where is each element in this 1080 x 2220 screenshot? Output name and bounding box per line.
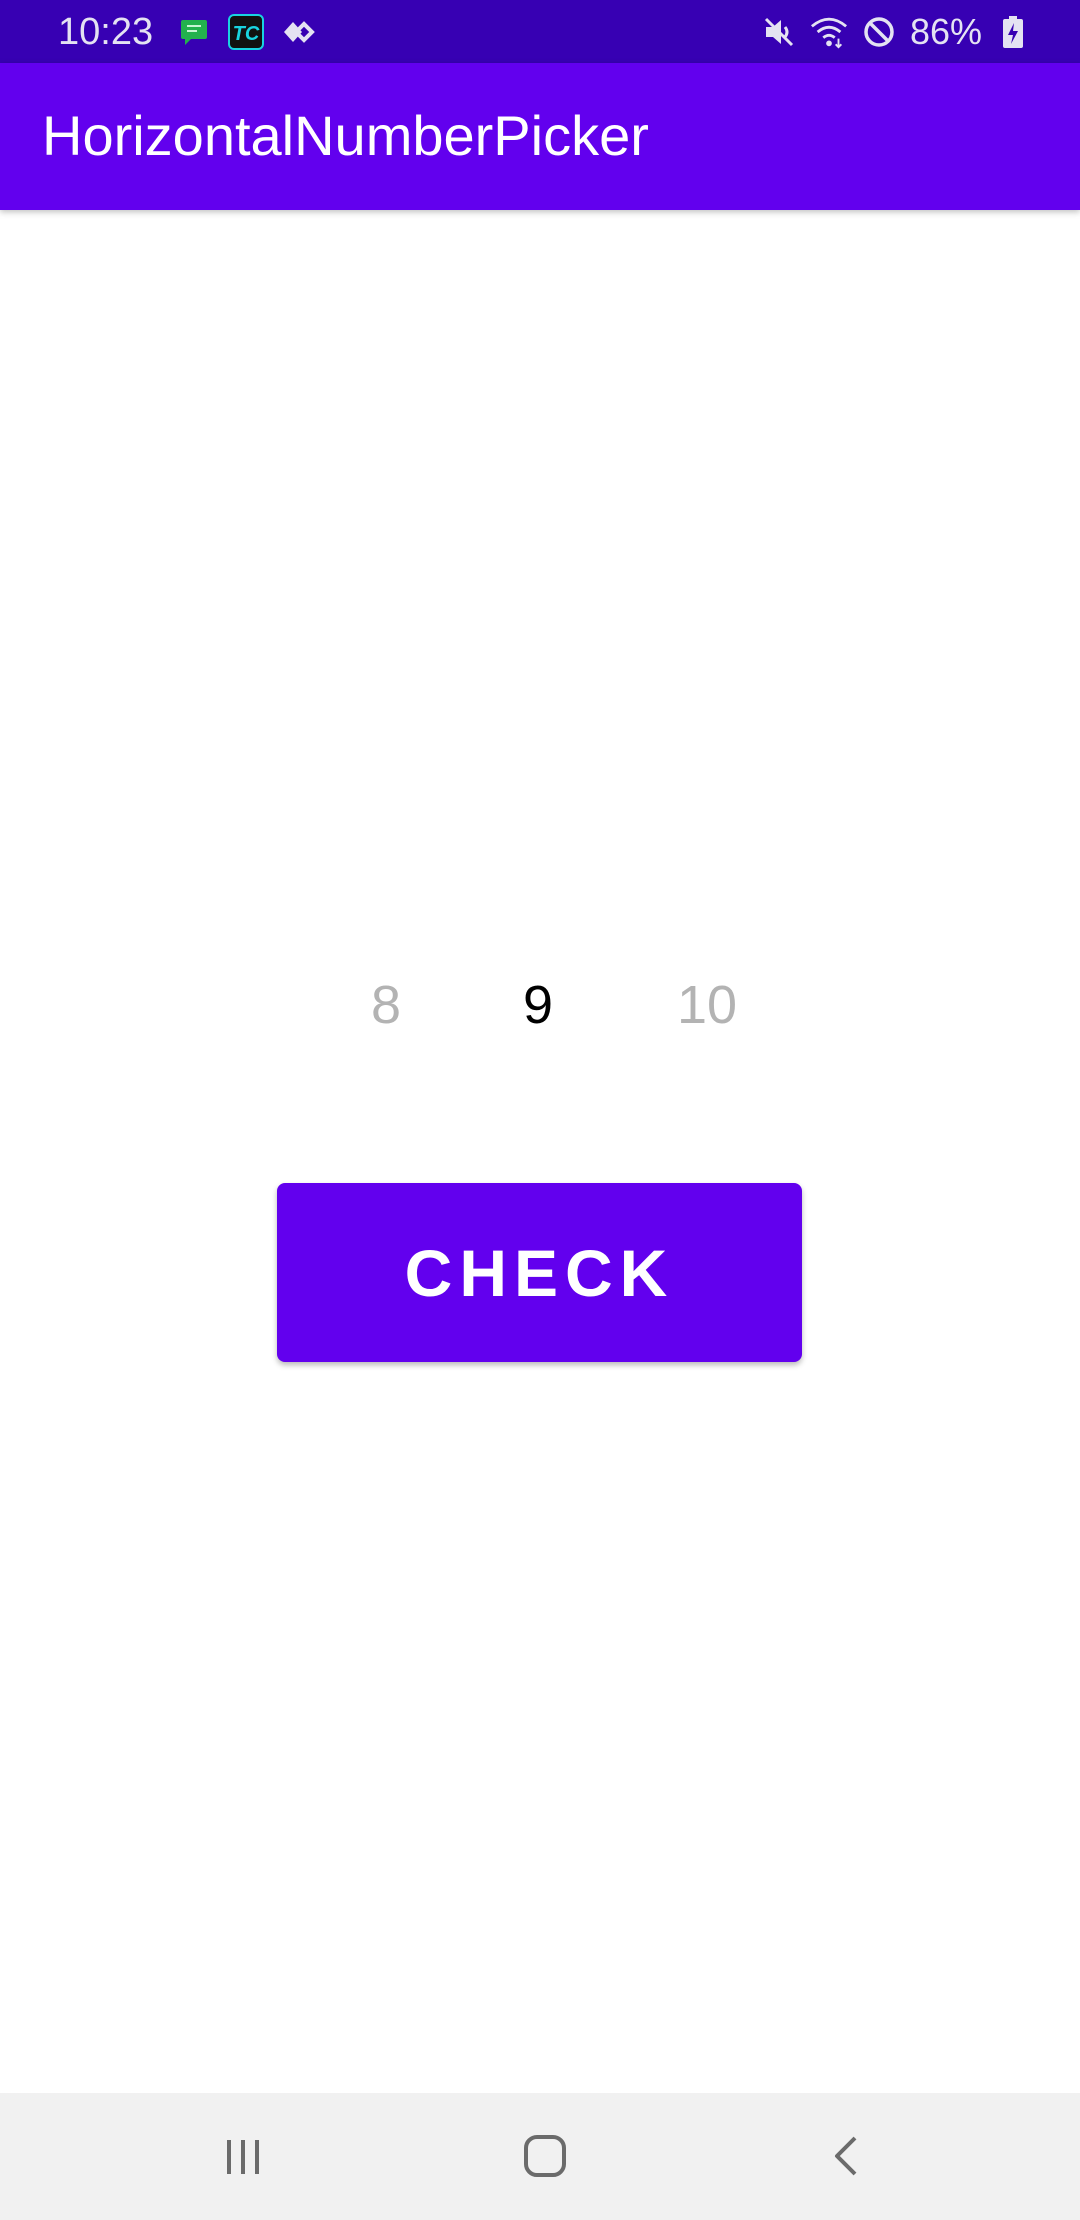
horizontal-number-picker[interactable]: 8 9 10 [0, 960, 1080, 1050]
status-bar: 10:23 TC 86% [0, 0, 1080, 63]
check-button[interactable]: CHECK [277, 1183, 802, 1362]
notification-icons: TC [176, 12, 316, 52]
recent-apps-icon[interactable] [208, 2121, 278, 2191]
picker-next-number[interactable]: 10 [647, 960, 767, 1050]
picker-previous-number[interactable]: 8 [326, 960, 446, 1050]
back-icon[interactable] [812, 2121, 882, 2191]
mute-icon [760, 13, 798, 51]
app-bar: HorizontalNumberPicker [0, 63, 1080, 210]
chat-bubble-icon [176, 14, 212, 50]
wifi-icon [810, 13, 848, 51]
battery-percent: 86% [909, 11, 982, 52]
navigation-bar [0, 2093, 1080, 2220]
do-not-disturb-icon [860, 13, 898, 51]
system-icons: 86% [760, 10, 1032, 54]
svg-text:TC: TC [233, 23, 260, 45]
battery-charging-icon [994, 13, 1032, 51]
diamond-arrows-icon [280, 14, 316, 50]
status-time: 10:23 [58, 11, 154, 53]
tc-app-icon: TC [228, 14, 264, 50]
app-title: HorizontalNumberPicker [42, 104, 649, 167]
home-icon[interactable] [510, 2121, 580, 2191]
picker-selected-number[interactable]: 9 [478, 960, 598, 1050]
